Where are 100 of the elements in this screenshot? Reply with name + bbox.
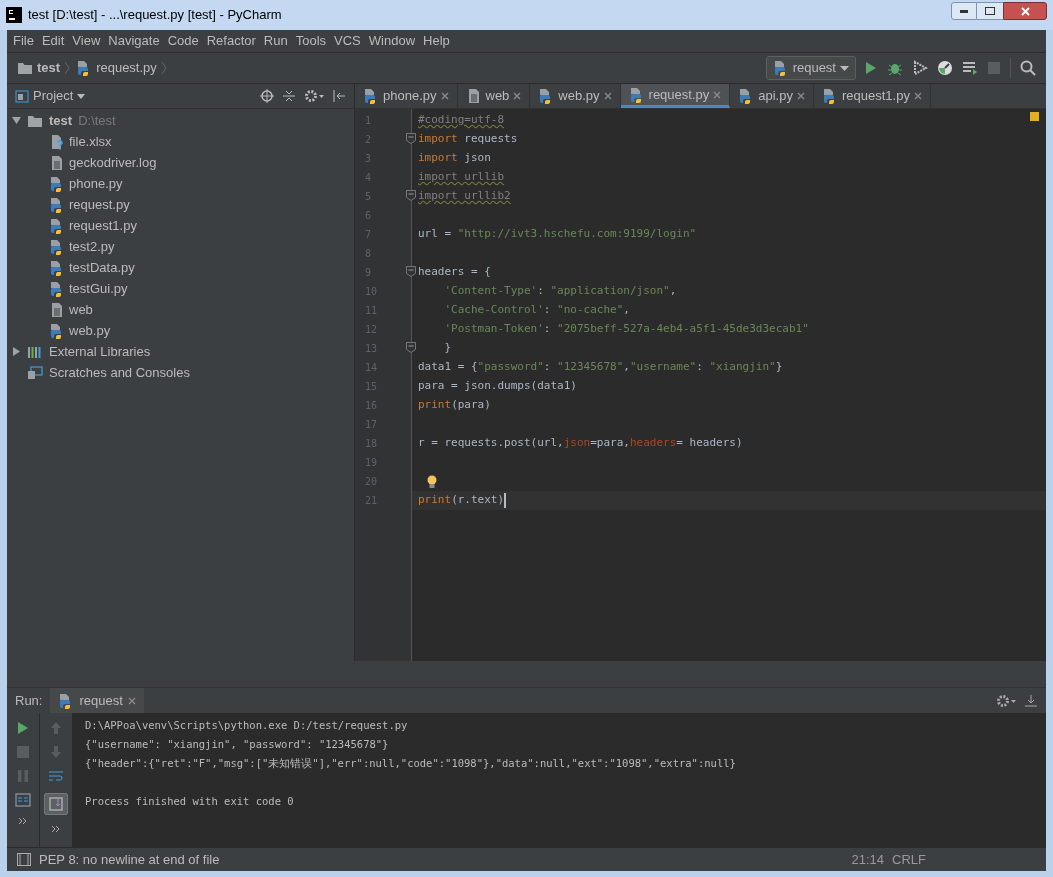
tree-item[interactable]: request.py [69, 194, 130, 215]
code-line: import json [418, 150, 491, 167]
code-line: headers = { [418, 264, 491, 281]
app-icon [6, 7, 22, 23]
minimize-button[interactable] [951, 2, 977, 20]
editor-tab[interactable]: api.py [730, 84, 814, 108]
editor-tab[interactable]: phone.py [355, 84, 458, 108]
code-line: } [443, 340, 452, 357]
soft-wrap-icon[interactable] [48, 769, 64, 783]
editor-tab[interactable]: request1.py [813, 84, 931, 108]
inspection-marker-icon [1030, 112, 1039, 121]
lightbulb-icon[interactable] [426, 474, 438, 489]
close-icon[interactable] [440, 92, 449, 100]
editor-tab[interactable]: web [457, 84, 531, 108]
settings-icon[interactable] [304, 89, 324, 103]
window-title: test [D:\test] - ...\request.py [test] - PyCharm [28, 6, 283, 25]
tree-item[interactable]: test [49, 110, 73, 131]
menu-item[interactable]: Navigate [104, 31, 164, 51]
menu-item[interactable]: View [68, 31, 105, 51]
editor-tab[interactable]: request.py [620, 84, 731, 108]
profile-icon[interactable] [937, 60, 953, 76]
menu-item[interactable]: Refactor [202, 31, 260, 51]
more-icon[interactable] [18, 817, 28, 825]
close-icon[interactable] [713, 90, 722, 99]
close-icon[interactable] [796, 92, 805, 100]
expanded-arrow-icon[interactable] [11, 116, 21, 125]
code-line: import urllib [418, 169, 505, 186]
breadcrumb[interactable]: request.py [96, 58, 157, 78]
rerun-icon[interactable] [16, 721, 30, 735]
close-icon[interactable] [513, 92, 522, 100]
scroll-to-end-button[interactable] [44, 793, 68, 815]
console-line: Process finished with exit code 0 [85, 793, 294, 809]
coverage-icon[interactable] [912, 60, 928, 76]
more-icon[interactable] [51, 825, 61, 833]
close-icon [1020, 6, 1030, 16]
tree-item[interactable]: web.py [69, 320, 111, 341]
fold-marker-icon[interactable] [406, 266, 416, 277]
breadcrumb[interactable]: test [37, 58, 61, 78]
menu-item[interactable]: VCS [330, 31, 365, 51]
settings-icon[interactable] [996, 693, 1016, 708]
hide-panel-icon[interactable] [332, 89, 346, 103]
close-icon[interactable] [603, 92, 612, 100]
close-icon[interactable] [127, 696, 136, 705]
caret-position[interactable]: 21:14 [851, 849, 885, 870]
caret-icon [840, 65, 849, 71]
tree-item[interactable]: testGui.py [69, 278, 128, 299]
code-line: print(para) [418, 397, 491, 414]
tree-item[interactable]: geckodriver.log [69, 152, 157, 173]
collapse-all-icon[interactable] [282, 89, 296, 103]
menu-item[interactable]: Edit [37, 31, 69, 51]
unknown-file-icon [49, 133, 65, 150]
library-icon [27, 344, 43, 359]
search-icon[interactable] [1020, 60, 1036, 76]
scratches-icon [27, 365, 43, 380]
menu-item[interactable]: Window [364, 31, 420, 51]
list-icon[interactable] [962, 60, 978, 76]
tree-item[interactable]: External Libraries [49, 341, 151, 362]
menu-item[interactable]: Help [419, 31, 454, 51]
run-icon[interactable] [864, 61, 878, 75]
code-line: r = requests.post(url,json=para,headers= headers) [418, 435, 743, 452]
menu-item[interactable]: Run [259, 31, 292, 51]
tree-item[interactable]: testData.py [69, 257, 135, 278]
tree-item[interactable]: web [69, 299, 93, 320]
chevron-icon [160, 61, 167, 75]
console-line: {"username": "xiangjin", "password": "12345678"} [85, 736, 389, 752]
menu-item[interactable]: Code [163, 31, 203, 51]
close-button[interactable] [1003, 2, 1047, 20]
tree-item[interactable]: request1.py [69, 215, 137, 236]
tree-item[interactable]: file.xlsx [69, 131, 112, 152]
fold-marker-icon[interactable] [406, 342, 416, 353]
tree-item[interactable]: phone.py [69, 173, 123, 194]
run-config-dropdown[interactable]: request [765, 56, 856, 80]
collapsed-arrow-icon[interactable] [11, 347, 21, 356]
close-icon[interactable] [913, 92, 922, 100]
code-line: #coding=utf-8 [418, 112, 505, 129]
run-tab[interactable]: request [50, 688, 144, 713]
text-file-icon [49, 301, 65, 318]
code-line: data1 = {"password": "12345678","username": "xiangjin"} [418, 359, 783, 376]
code-line: url = "http://ivt3.hschefu.com:9199/login" [418, 226, 697, 243]
maximize-button[interactable] [977, 2, 1003, 20]
code-line: print(r.text) [418, 492, 505, 509]
code-line: 'Postman-Token': "2075beff-527a-4eb4-a5f1-45de3d3ecab1" [443, 321, 809, 338]
hide-panel-icon[interactable] [1024, 693, 1038, 708]
panel-toggle-icon[interactable] [17, 853, 31, 866]
editor-tab[interactable]: web.py [530, 84, 621, 108]
console-line: D:\APPoa\venv\Scripts\python.exe D:/test/request.py [85, 717, 408, 733]
menu-item[interactable]: Tools [291, 31, 331, 51]
fold-marker-icon[interactable] [406, 190, 416, 201]
fold-marker-icon[interactable] [406, 133, 416, 144]
line-separator[interactable]: CRLF [892, 849, 926, 870]
project-view-dropdown[interactable]: Project [33, 86, 74, 106]
menu-item[interactable]: File [9, 31, 38, 51]
tree-item[interactable]: Scratches and Consoles [49, 362, 190, 383]
status-message: PEP 8: no newline at end of file [39, 850, 221, 869]
restore-icon [985, 7, 995, 15]
tree-item[interactable]: test2.py [69, 236, 115, 257]
folder-icon [27, 113, 43, 128]
caret-icon [77, 93, 86, 99]
locate-icon[interactable] [260, 89, 274, 103]
layout-icon[interactable] [15, 793, 31, 807]
